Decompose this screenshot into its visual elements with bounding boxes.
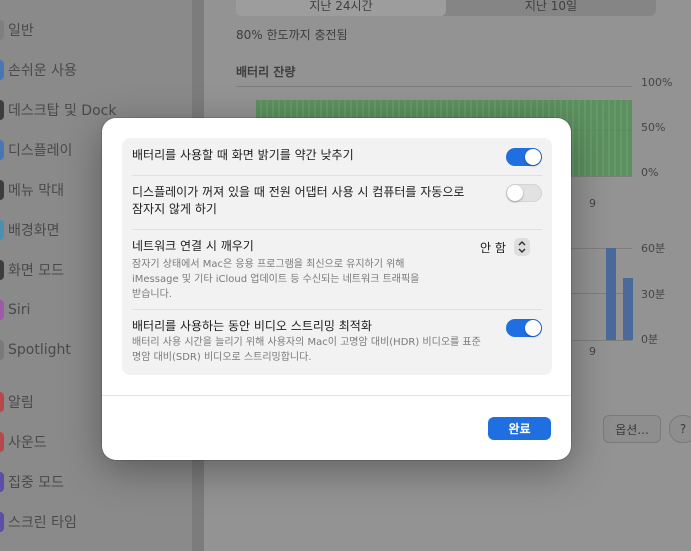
sidebar-item-accessibility[interactable]: 손쉬운 사용 (0, 58, 77, 82)
sidebar-item-wallpaper[interactable]: 배경화면 (0, 218, 60, 242)
sidebar-item-label: 배경화면 (8, 223, 60, 239)
screen-time-icon (0, 512, 4, 532)
gridline (236, 86, 632, 87)
battery-axis-50: 50% (641, 121, 666, 134)
sidebar-item-screen-saver[interactable]: 화면 모드 (0, 258, 64, 282)
toggle-knob (525, 320, 541, 336)
wake-network-description: 잠자기 상태에서 Mac은 응용 프로그램을 최신으로 유지하기 위해 iMes… (132, 257, 472, 302)
wallpaper-icon (0, 220, 4, 240)
sidebar-item-label: 손쉬운 사용 (8, 63, 77, 79)
video-streaming-description: 배터리 사용 시간을 늘리기 위해 사용자의 Mac이 고명암 대비(HDR) … (132, 335, 502, 365)
charge-status: 80% 한도까지 충전됨 (236, 28, 348, 42)
sidebar-item-focus[interactable]: 집중 모드 (0, 470, 64, 494)
wake-network-desc-line2: iMessage 및 기타 iCloud 업데이트 등 수신되는 네트워크 트래… (132, 274, 420, 285)
footer-separator (102, 395, 571, 396)
wake-network-desc-line3: 받습니다. (132, 289, 172, 300)
time-range-segmented-control: 지난 24시간 지난 10일 (236, 0, 656, 16)
dim-display-label: 배터리를 사용할 때 화면 밝기를 약간 낮추기 (132, 148, 354, 162)
battery-axis-100: 100% (641, 76, 673, 89)
usage-bar (623, 278, 633, 340)
sidebar-item-notifications[interactable]: 알림 (0, 390, 34, 414)
prevent-sleep-label-line2: 잠자지 않게 하기 (132, 202, 217, 216)
wake-network-value: 안 함 (480, 240, 506, 255)
sidebar-item-label: 데스크탑 및 Dock (8, 103, 117, 119)
video-streaming-desc-line2: 명암 대비(SDR) 비디오로 스트리밍합니다. (132, 352, 312, 363)
sidebar-item-label: 알림 (8, 395, 34, 411)
video-streaming-desc-line1: 배터리 사용 시간을 늘리기 위해 사용자의 Mac이 고명암 대비(HDR) … (132, 337, 481, 348)
battery-level-heading: 배터리 잔량 (236, 65, 296, 79)
usage-axis-30: 30분 (641, 288, 666, 301)
sidebar-item-sound[interactable]: 사운드 (0, 430, 47, 454)
sidebar-item-label: 일반 (8, 23, 34, 39)
segment-last-24h[interactable]: 지난 24시간 (236, 0, 446, 16)
dim-display-row: 배터리를 사용할 때 화면 밝기를 약간 낮추기 (132, 147, 542, 164)
video-streaming-row: 배터리를 사용하는 동안 비디오 스트리밍 최적화 배터리 사용 시간을 늘리기… (132, 318, 502, 365)
wake-network-desc-line1: 잠자기 상태에서 Mac은 응용 프로그램을 최신으로 유지하기 위해 (132, 259, 405, 270)
row-separator (132, 309, 542, 310)
general-icon (0, 20, 4, 40)
sidebar-item-desktop-dock[interactable]: 데스크탑 및 Dock (0, 98, 116, 122)
sidebar-item-displays[interactable]: 디스플레이 (0, 138, 72, 162)
wake-network-label: 네트워크 연결 시 깨우기 (132, 239, 254, 253)
sidebar-item-label: 스크린 타임 (8, 515, 77, 531)
prevent-sleep-row: 디스플레이가 꺼져 있을 때 전원 어댑터 사용 시 컴퓨터를 자동으로 잠자지… (132, 184, 492, 218)
sound-icon (0, 432, 4, 452)
screen-saver-icon (0, 260, 4, 280)
spotlight-icon (0, 340, 4, 360)
sidebar-item-screen-time[interactable]: 스크린 타임 (0, 510, 77, 534)
row-separator (132, 229, 542, 230)
menu-bar-icon (0, 180, 4, 200)
sidebar-item-label: 메뉴 막대 (8, 183, 64, 199)
sidebar-item-general[interactable]: 일반 (0, 18, 34, 42)
sidebar-item-label: 집중 모드 (8, 475, 64, 491)
options-group: 배터리를 사용할 때 화면 밝기를 약간 낮추기 디스플레이가 꺼져 있을 때 … (122, 138, 552, 375)
usage-axis-0: 0분 (641, 333, 659, 346)
segment-last-10d[interactable]: 지난 10일 (446, 0, 656, 16)
notifications-icon (0, 392, 4, 412)
row-separator (132, 175, 542, 176)
toggle-knob (525, 149, 541, 165)
chevron-up-down-icon (513, 238, 530, 256)
battery-x-tick: 9 (589, 197, 596, 210)
sidebar-item-label: 디스플레이 (8, 143, 73, 159)
sidebar-item-label: Spotlight (8, 342, 71, 358)
usage-x-tick: 9 (589, 345, 596, 358)
battery-axis-0: 0% (641, 166, 659, 179)
dim-display-toggle[interactable] (506, 148, 542, 166)
display-icon (0, 140, 4, 160)
wake-network-popup[interactable]: 안 함 (480, 238, 530, 256)
usage-bar (606, 248, 616, 340)
video-streaming-toggle[interactable] (506, 319, 542, 337)
sidebar-item-label: Siri (8, 302, 31, 318)
wake-network-row: 네트워크 연결 시 깨우기 잠자기 상태에서 Mac은 응용 프로그램을 최신으… (132, 238, 472, 302)
accessibility-icon (0, 60, 4, 80)
done-button[interactable]: 완료 (488, 417, 551, 440)
video-streaming-label: 배터리를 사용하는 동안 비디오 스트리밍 최적화 (132, 319, 372, 333)
siri-icon (0, 300, 4, 320)
desktop-dock-icon (0, 100, 4, 120)
sidebar-item-spotlight[interactable]: Spotlight (0, 338, 71, 362)
toggle-knob (507, 185, 523, 201)
sidebar-item-label: 화면 모드 (8, 263, 64, 279)
options-button[interactable]: 옵션... (603, 415, 661, 443)
prevent-sleep-toggle[interactable] (506, 184, 542, 202)
sidebar-item-label: 사운드 (8, 435, 47, 451)
sidebar-item-siri[interactable]: Siri (0, 298, 30, 322)
help-button[interactable]: ? (669, 415, 691, 443)
usage-axis-60: 60분 (641, 242, 666, 255)
focus-icon (0, 472, 4, 492)
prevent-sleep-label-line1: 디스플레이가 꺼져 있을 때 전원 어댑터 사용 시 컴퓨터를 자동으로 (132, 185, 465, 199)
sidebar-item-menu-bar[interactable]: 메뉴 막대 (0, 178, 64, 202)
battery-options-sheet: 배터리를 사용할 때 화면 밝기를 약간 낮추기 디스플레이가 꺼져 있을 때 … (102, 118, 571, 460)
